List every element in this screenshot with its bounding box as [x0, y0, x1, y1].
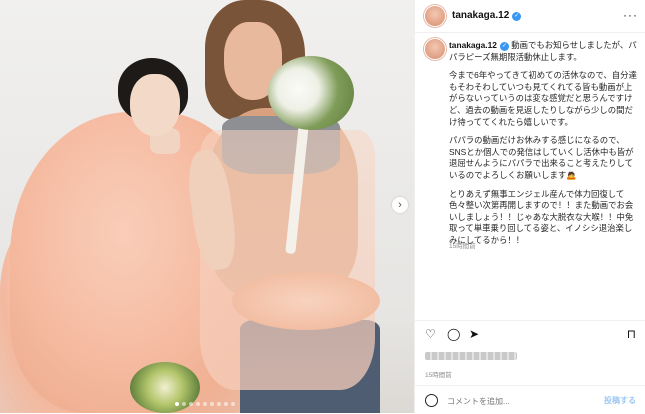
carousel-dot	[210, 402, 214, 406]
carousel-dot	[224, 402, 228, 406]
comment-input[interactable]	[445, 393, 589, 409]
post-caption: tanakaga.12 ✓ 動画でもお知らせしましたが、パパラピーズ無期限活動休止…	[449, 40, 637, 254]
photo-bouquet	[268, 56, 354, 130]
more-options-icon[interactable]: ···	[623, 8, 638, 22]
post-photo[interactable]: ›	[0, 0, 414, 413]
likes-summary-blurred	[425, 352, 517, 360]
photo-ruffle	[232, 272, 380, 330]
caption-paragraph: 今まで6年やってきて初めての活休なので、自分達もそわそわしていつも見てくれてる皆…	[449, 70, 637, 127]
post-comment-button[interactable]: 投稿する	[604, 395, 636, 406]
verified-badge-icon: ✓	[512, 12, 522, 21]
share-icon[interactable]: ➤	[469, 327, 479, 341]
caption-paragraph: パパラの動画だけお休みする感じになるので、SNSとか個人での発信はしていくし活休…	[449, 135, 634, 180]
carousel-dot	[231, 402, 235, 406]
carousel-dots	[175, 402, 235, 406]
carousel-dot	[175, 402, 179, 406]
post-side-panel: tanakaga.12 ✓ ··· tanakaga.12 ✓ 動画でもお知らせしま…	[414, 0, 645, 413]
chevron-right-icon: ›	[398, 199, 402, 211]
caption-paragraph: とりあえず無事エンジェル産んで体力回復して色々整い次第再開しますので！！また動画…	[449, 188, 634, 245]
carousel-dot	[196, 402, 200, 406]
caption-paragraph: tanakaga.12 ✓ 動画でもお知らせしましたが、パパラピーズ無期限活動休止…	[449, 40, 637, 62]
post-header: tanakaga.12 ✓ ···	[415, 0, 645, 33]
carousel-dot	[189, 402, 193, 406]
post-modal: › tanakaga.12 ✓ ··· tanakaga.12 ✓ 動画でもお知らせ…	[0, 0, 645, 413]
comment-bar: 投稿する	[415, 385, 645, 414]
header-username[interactable]: tanakaga.12	[452, 10, 509, 21]
post-timestamp: 15時間前	[425, 372, 452, 379]
caption-username-link[interactable]: tanakaga.12 ✓	[449, 40, 509, 51]
header-username-link[interactable]: tanakaga.12 ✓	[452, 10, 522, 21]
avatar[interactable]	[424, 5, 446, 27]
photo-face-left	[130, 74, 180, 136]
emoji-icon[interactable]	[425, 394, 438, 407]
post-actions: ♡ ◯ ➤ ⊓	[415, 320, 645, 341]
carousel-dot	[203, 402, 207, 406]
carousel-next-button[interactable]: ›	[392, 197, 408, 213]
heart-icon[interactable]: ♡	[425, 327, 436, 341]
caption-avatar[interactable]	[424, 38, 446, 60]
carousel-dot	[182, 402, 186, 406]
bookmark-icon[interactable]: ⊓	[627, 327, 636, 341]
caption-timestamp: 15時間前	[449, 243, 476, 250]
comment-icon[interactable]: ◯	[447, 327, 460, 341]
verified-badge-icon: ✓	[499, 42, 509, 51]
carousel-dot	[217, 402, 221, 406]
